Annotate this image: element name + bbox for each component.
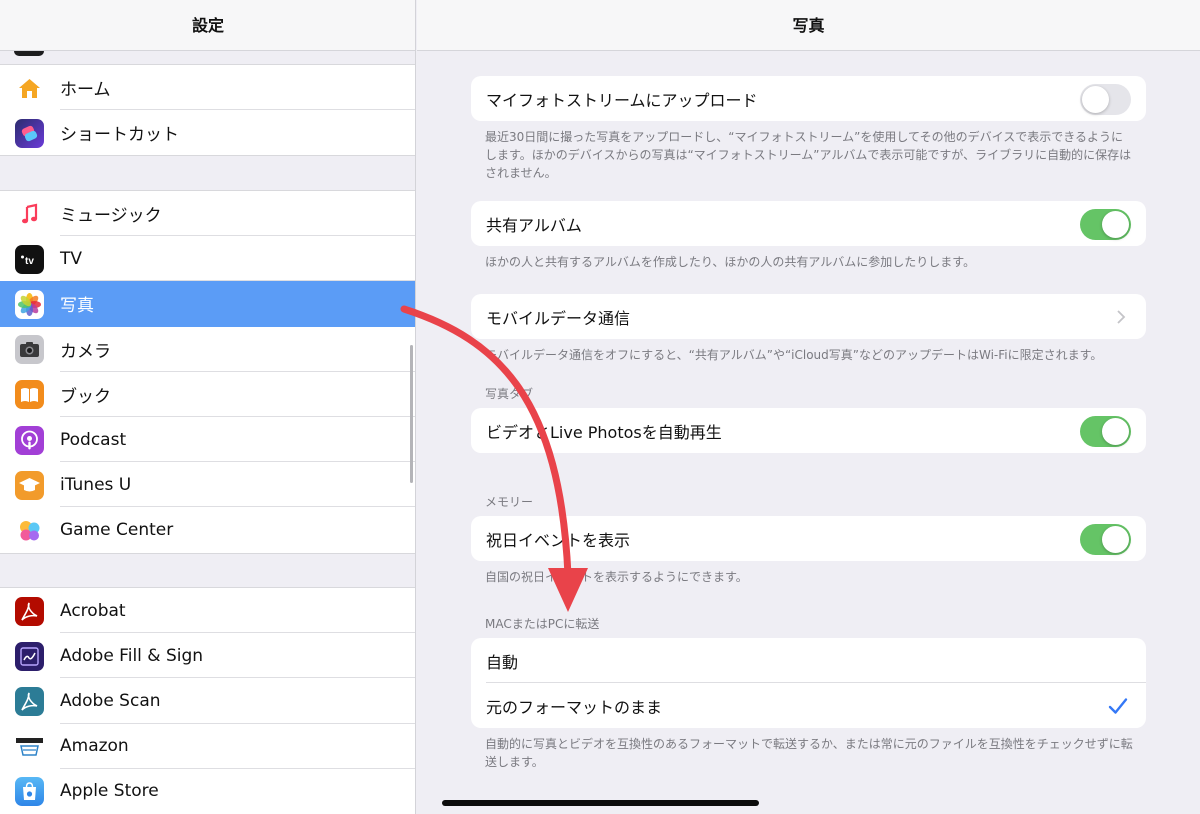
autoplay-row: ビデオとLive Photosを自動再生 [471,408,1146,453]
my-photo-stream-row: マイフォトストリームにアップロード [471,76,1146,121]
transfer-option-automatic[interactable]: 自動 [471,638,1146,683]
cellular-note: モバイルデータ通信をオフにすると、“共有アルバム”や“iCloud写真”などのア… [485,348,1103,362]
sidebar-item-home[interactable]: ホーム [0,65,415,111]
sidebar-item-label: カメラ [60,341,111,362]
music-icon [15,199,44,229]
sidebar-item-photos[interactable]: 写真 [0,281,415,327]
sidebar-group-1: ホーム ショートカット [0,64,415,157]
sidebar-item-apple-store[interactable]: Apple Store [0,769,415,814]
transfer-note: 自動的に写真とビデオを互換性のあるフォーマットで転送するか、または常に元のファイ… [485,737,1133,769]
sidebar-item-label: ホーム [60,80,111,101]
photos-tab-section-header: 写真タブ [485,387,534,401]
shared-albums-row: 共有アルバム [471,201,1146,246]
camera-icon [15,335,44,365]
sidebar-item-books[interactable]: ブック [0,372,415,417]
shared-albums-card: 共有アルバム [471,201,1146,246]
sidebar-item-label: Acrobat [60,600,126,621]
sidebar-item-game-center[interactable]: Game Center [0,507,415,552]
sidebar-item-adobe-fill-sign[interactable]: Adobe Fill & Sign [0,633,415,679]
sidebar-item-tv[interactable]: tv TV [0,236,415,282]
transfer-section-header: MACまたはPCに転送 [485,617,600,631]
sidebar-item-adobe-scan[interactable]: Adobe Scan [0,678,415,724]
svg-text:tv: tv [25,256,34,267]
sidebar-item-amazon[interactable]: Amazon [0,724,415,769]
amazon-icon [15,732,44,762]
sidebar-item-label: Apple Store [60,781,159,802]
podcast-icon [15,425,44,455]
holiday-events-card: 祝日イベントを表示 [471,516,1146,561]
settings-sidebar: 設定 ホーム ショートカット ミュージック tv TV 写真 カメラ ブック P… [0,0,416,814]
sidebar-group-2: ミュージック tv TV 写真 カメラ ブック Podcast iTunes U… [0,190,415,554]
acrobat-icon [15,596,44,626]
page-title: 写真 [417,0,1200,51]
sidebar-item-itunes-u[interactable]: iTunes U [0,462,415,508]
autoplay-toggle[interactable] [1080,415,1131,447]
sidebar-item-camera[interactable]: カメラ [0,327,415,372]
autoplay-card: ビデオとLive Photosを自動再生 [471,408,1146,453]
game-center-icon [15,515,44,545]
my-photo-stream-toggle[interactable] [1080,83,1131,115]
sidebar-item-acrobat[interactable]: Acrobat [0,588,415,634]
shared-albums-note: ほかの人と共有するアルバムを作成したり、ほかの人の共有アルバムに参加したりします… [485,255,976,269]
sidebar-item-label: 写真 [60,296,94,317]
shared-albums-toggle[interactable] [1080,208,1131,240]
partial-row-icon [14,51,44,56]
cellular-label: モバイルデータ通信 [486,308,631,328]
sidebar-item-label: ブック [60,386,111,407]
sidebar-scrollbar[interactable] [410,345,413,483]
transfer-card: 自動 元のフォーマットのまま [471,638,1146,728]
memories-section-header: メモリー [485,495,534,509]
sidebar-item-label: Podcast [60,429,127,450]
transfer-option-keep-originals[interactable]: 元のフォーマットのまま [471,683,1146,728]
apple-store-icon [15,777,44,807]
tv-icon: tv [15,244,44,274]
itunes-u-icon [15,470,44,500]
adobe-fill-sign-icon [15,641,44,671]
sidebar-item-label: Amazon [60,736,129,757]
holiday-events-label: 祝日イベントを表示 [486,530,631,550]
my-photo-stream-label: マイフォトストリームにアップロード [486,90,758,110]
shared-albums-label: 共有アルバム [486,215,582,235]
sidebar-item-music[interactable]: ミュージック [0,191,415,237]
sidebar-item-label: iTunes U [60,474,132,495]
sidebar-item-label: Adobe Scan [60,690,161,711]
sidebar-item-label: Adobe Fill & Sign [60,645,204,666]
holiday-events-toggle[interactable] [1080,523,1131,555]
autoplay-label: ビデオとLive Photosを自動再生 [486,422,722,442]
sidebar-item-shortcuts[interactable]: ショートカット [0,110,415,155]
cellular-row[interactable]: モバイルデータ通信 [471,294,1146,339]
chevron-right-icon [1117,309,1126,324]
home-icon [15,73,44,103]
photos-settings-pane: 写真 マイフォトストリームにアップロード 最近30日間に撮った写真をアップロード… [417,0,1200,814]
my-photo-stream-note: 最近30日間に撮った写真をアップロードし、“マイフォトストリーム”を使用してその… [485,130,1132,180]
sidebar-item-podcast[interactable]: Podcast [0,417,415,463]
sidebar-item-label: Game Center [60,519,174,540]
books-icon [15,380,44,410]
shortcuts-icon [15,118,44,148]
sidebar-title: 設定 [0,0,415,51]
checkmark-icon [1108,697,1128,714]
photos-icon [15,289,44,319]
sidebar-group-3: Acrobat Adobe Fill & Sign Adobe Scan Ama… [0,587,415,814]
cellular-card: モバイルデータ通信 [471,294,1146,339]
holiday-events-row: 祝日イベントを表示 [471,516,1146,561]
transfer-option-label: 元のフォーマットのまま [486,697,663,717]
my-photo-stream-card: マイフォトストリームにアップロード [471,76,1146,121]
holiday-events-note: 自国の祝日イベントを表示するようにできます。 [485,570,748,584]
sidebar-item-label: TV [60,248,83,269]
sidebar-item-label: ミュージック [60,206,162,227]
sidebar-item-label: ショートカット [60,125,179,146]
transfer-option-label: 自動 [486,652,519,672]
home-indicator [442,800,759,806]
adobe-scan-icon [15,686,44,716]
